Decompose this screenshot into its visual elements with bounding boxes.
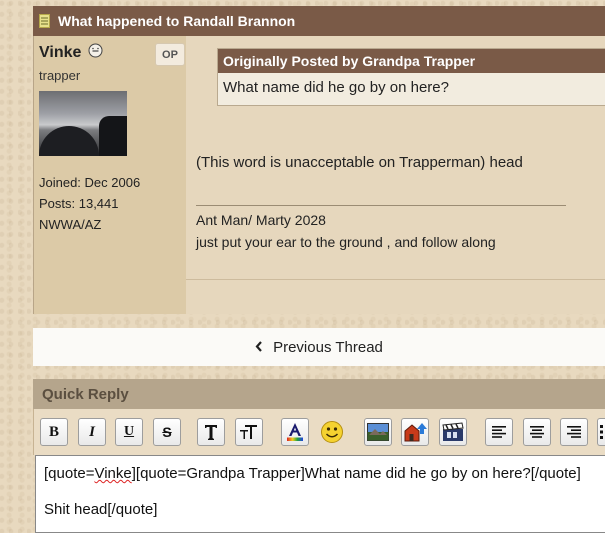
smilies-button[interactable] <box>318 418 346 446</box>
bullet-list-icon <box>600 425 603 439</box>
post-title: What happened to Randall Brannon <box>58 13 296 29</box>
quote-text: What name did he go by on here? <box>223 79 449 96</box>
post-footer-divider <box>186 279 605 280</box>
post-title-bar: What happened to Randall Brannon <box>33 6 605 36</box>
list-button[interactable] <box>597 418 605 446</box>
signature-line: Ant Man/ Marty 2028 <box>196 212 326 228</box>
italic-button[interactable]: I <box>78 418 106 446</box>
editor-line: Shit head[/quote] <box>44 501 158 518</box>
username-link[interactable]: Vinke <box>39 44 81 62</box>
user-location: NWWA/AZ <box>39 217 102 232</box>
strikethrough-button[interactable]: S <box>153 418 181 446</box>
align-right-button[interactable] <box>560 418 588 446</box>
font-color-icon <box>287 423 303 441</box>
align-left-icon <box>492 426 506 438</box>
avatar[interactable] <box>39 91 127 156</box>
chevron-left-icon <box>255 339 263 355</box>
quick-reply-header: Quick Reply <box>33 379 605 409</box>
font-face-button[interactable] <box>197 418 225 446</box>
signature-line: just put your ear to the ground , and fo… <box>196 234 496 250</box>
offline-status-icon <box>88 43 103 58</box>
user-info-panel: Vinke OP trapper Joined: Dec 2006 Posts:… <box>34 36 186 314</box>
font-icon <box>205 425 217 440</box>
house-upload-icon <box>404 423 427 442</box>
joined-date: Joined: Dec 2006 <box>39 175 141 190</box>
bold-button[interactable]: B <box>40 418 68 446</box>
post-message: (This word is unacceptable on Trapperman… <box>196 154 523 171</box>
insert-image-button[interactable] <box>364 418 392 446</box>
font-size-icon <box>240 425 257 439</box>
post-count: Posts: 13,441 <box>39 196 119 211</box>
insert-album-image-button[interactable] <box>401 418 429 446</box>
underline-button[interactable]: U <box>115 418 143 446</box>
align-left-button[interactable] <box>485 418 513 446</box>
signature-divider <box>196 205 566 206</box>
post-body: Vinke OP trapper Joined: Dec 2006 Posts:… <box>33 36 605 314</box>
reply-editor[interactable]: [quote=Vinke][quote=Grandpa Trapper]What… <box>35 455 605 533</box>
image-icon <box>367 423 389 441</box>
quote-header[interactable]: Originally Posted by Grandpa Trapper <box>218 49 605 73</box>
align-center-button[interactable] <box>523 418 551 446</box>
insert-video-button[interactable] <box>439 418 467 446</box>
align-center-icon <box>530 426 544 438</box>
font-color-button[interactable] <box>281 418 309 446</box>
smiley-icon <box>321 421 343 443</box>
document-icon <box>39 14 50 28</box>
align-right-icon <box>567 426 581 438</box>
op-badge: OP <box>155 43 185 66</box>
editor-toolbar: B I U S <box>33 409 605 455</box>
video-clapper-icon <box>442 422 464 441</box>
previous-thread-link[interactable]: Previous Thread <box>33 328 605 366</box>
post-content: Originally Posted by Grandpa Trapper Wha… <box>186 36 605 314</box>
user-title: trapper <box>39 68 81 83</box>
quote-block: Originally Posted by Grandpa Trapper Wha… <box>217 48 605 106</box>
previous-thread-label: Previous Thread <box>273 338 383 356</box>
editor-line: [quote=Vinke][quote=Grandpa Trapper]What… <box>44 465 581 482</box>
font-size-button[interactable] <box>235 418 263 446</box>
